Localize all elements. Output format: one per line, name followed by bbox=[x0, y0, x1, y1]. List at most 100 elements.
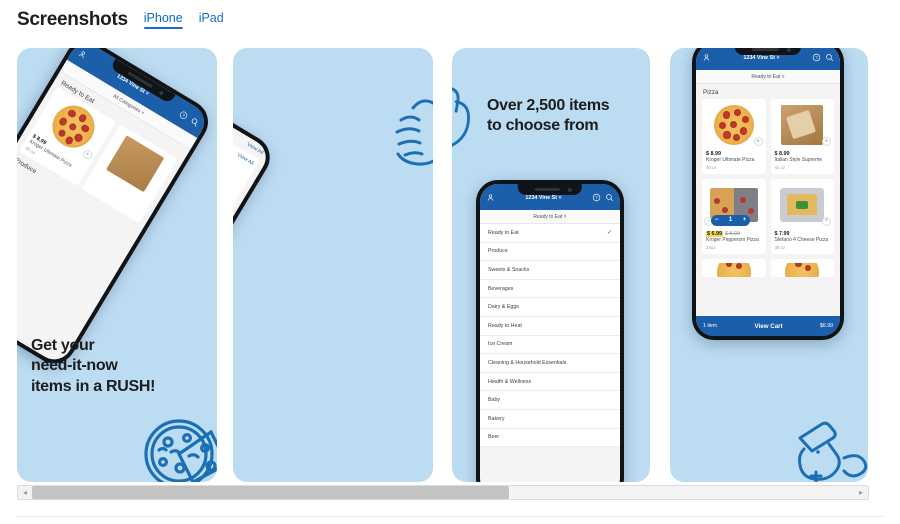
screenshot-item-2[interactable]: View All + $ 8.99 Italian Style Supreme … bbox=[233, 48, 433, 482]
content-divider bbox=[17, 516, 883, 517]
screenshot-item-4[interactable]: Delivering to 1234 Vine St ˅ ? bbox=[670, 48, 868, 482]
stepper-quantity-value: 1 bbox=[728, 217, 733, 224]
category-label: Produce bbox=[488, 248, 508, 255]
svg-text:?: ? bbox=[181, 112, 186, 118]
category-selector-label: Ready to Eat bbox=[533, 213, 563, 220]
cart-item-count: 1 item bbox=[703, 323, 718, 329]
help-icon[interactable]: ? bbox=[592, 193, 601, 202]
screenshot-item-1[interactable]: Delivering to 1234 Vine St ˅ ? bbox=[17, 48, 217, 482]
product-card[interactable]: + $ 8.99 Kroger Ultimate Pizza 40 oz bbox=[702, 99, 766, 174]
product-size: 24oz bbox=[706, 244, 716, 250]
account-icon[interactable] bbox=[76, 48, 88, 60]
phone-mockup-2: View All + $ 8.99 Italian Style Supreme … bbox=[233, 52, 278, 433]
product-card[interactable]: + $ 8.99 Italian Style Supreme 41 oz bbox=[770, 99, 834, 174]
add-to-cart-icon[interactable]: + bbox=[822, 137, 831, 146]
screenshots-header: Screenshots iPhone iPad bbox=[17, 10, 224, 29]
headline-line-3: items in a RUSH! bbox=[31, 377, 156, 395]
category-label: Ice Cream bbox=[488, 341, 513, 348]
horizontal-scrollbar[interactable]: ◂ ▸ bbox=[17, 485, 869, 500]
stepper-plus-button[interactable]: + bbox=[743, 217, 747, 223]
phone-mockup-3: Delivering to 1234 Vine St ˅ ? bbox=[476, 180, 624, 482]
svg-text:?: ? bbox=[815, 55, 818, 60]
category-list-item[interactable]: Cleaning & Household Essentials bbox=[480, 354, 620, 373]
category-list-item[interactable]: Health & Wellness bbox=[480, 372, 620, 392]
headline-line-2: to choose from bbox=[487, 117, 599, 134]
category-list-item[interactable]: Baby bbox=[480, 391, 620, 410]
phone-screen-1: Delivering to 1234 Vine St ˅ ? bbox=[17, 48, 211, 367]
headline-line-1: Over 2,500 items bbox=[487, 97, 610, 114]
quantity-stepper[interactable]: − 1 + bbox=[710, 214, 751, 226]
category-list-item[interactable]: Ready to Eat ✓ bbox=[480, 224, 620, 243]
detergent-bottle-icon bbox=[788, 418, 868, 482]
screenshot-headline-3: Over 2,500 items to choose from bbox=[487, 96, 610, 136]
product-card[interactable] bbox=[702, 258, 766, 277]
chevron-up-icon: ˄ bbox=[563, 213, 567, 220]
category-selector-3[interactable]: Ready to Eat ˄ bbox=[480, 210, 620, 224]
chevron-down-icon: ˅ bbox=[781, 73, 785, 80]
category-label: Ready to Heat bbox=[488, 322, 522, 329]
category-list-item[interactable]: Bakery bbox=[480, 409, 620, 429]
carousel-track: Delivering to 1234 Vine St ˅ ? bbox=[0, 48, 900, 482]
screenshots-gallery-page: Screenshots iPhone iPad 1234 Vine St ˅ ?… bbox=[0, 0, 900, 524]
product-grid-4: + $ 8.99 Kroger Ultimate Pizza 40 oz + $… bbox=[696, 99, 840, 277]
category-label: Beverages bbox=[488, 285, 514, 292]
category-label: Bakery bbox=[488, 415, 505, 422]
product-image-partial bbox=[775, 262, 831, 277]
phone-screen-2: View All + $ 8.99 Italian Style Supreme … bbox=[233, 57, 273, 428]
product-image-partial bbox=[706, 262, 762, 277]
hand-pointing-icon bbox=[383, 92, 433, 170]
product-size: 40 oz bbox=[706, 164, 717, 170]
help-icon[interactable]: ? bbox=[812, 53, 821, 62]
phone-mockup-4: Delivering to 1234 Vine St ˅ ? bbox=[692, 48, 844, 340]
category-label: Dairy & Eggs bbox=[488, 304, 519, 311]
product-name: Stefano 4 Cheese Pizza bbox=[774, 236, 829, 243]
product-card[interactable]: + $ 7.99 Stefano 4 Cheese Pizza 35 oz bbox=[770, 178, 834, 254]
account-icon[interactable] bbox=[486, 193, 495, 202]
screenshots-carousel[interactable]: Delivering to 1234 Vine St ˅ ? bbox=[0, 48, 900, 482]
product-grid-2: + $ 8.99 Italian Style Supreme 41 oz Vie… bbox=[233, 69, 265, 295]
product-size: 35 oz bbox=[774, 244, 786, 250]
category-list-item[interactable]: Produce bbox=[480, 242, 620, 262]
section-title-pizza: Pizza bbox=[703, 89, 719, 96]
scrollbar-thumb[interactable] bbox=[32, 486, 509, 499]
search-icon[interactable] bbox=[189, 115, 201, 127]
search-icon[interactable] bbox=[605, 193, 614, 202]
check-icon: ✓ bbox=[606, 230, 612, 237]
cart-total: $6.99 bbox=[820, 323, 833, 329]
tab-ipad[interactable]: iPad bbox=[199, 11, 224, 30]
category-list-item[interactable]: Dairy & Eggs bbox=[480, 298, 620, 317]
category-list-item[interactable]: Beverages bbox=[480, 279, 620, 299]
product-name: Italian Style Supreme bbox=[774, 157, 823, 163]
add-to-cart-icon[interactable]: + bbox=[753, 137, 763, 146]
category-list-item[interactable]: Beer bbox=[480, 428, 620, 448]
delivery-address-value: 1234 Vine St ˅ bbox=[525, 195, 562, 202]
screenshot-item-3[interactable]: Over 2,500 items to choose from 1234 Vin… bbox=[452, 48, 650, 482]
scroll-right-arrow-icon[interactable]: ▸ bbox=[854, 486, 868, 499]
category-label: Baby bbox=[488, 397, 501, 404]
account-icon[interactable] bbox=[702, 53, 711, 62]
search-icon[interactable] bbox=[825, 53, 834, 62]
product-card[interactable]: − − 1 + $ 6.99 $ 8.99 Kroger Pepperoni Pi… bbox=[702, 178, 766, 254]
pizza-outline-icon bbox=[135, 416, 217, 482]
phone-notch-icon bbox=[734, 48, 802, 55]
category-list-item[interactable]: Ice Cream bbox=[480, 335, 620, 355]
help-icon[interactable]: ? bbox=[178, 109, 190, 121]
svg-text:?: ? bbox=[595, 195, 598, 200]
product-card[interactable] bbox=[770, 258, 834, 277]
product-size: 41 oz bbox=[774, 164, 786, 170]
category-label: Sweets & Snacks bbox=[488, 266, 530, 273]
tab-iphone[interactable]: iPhone bbox=[143, 11, 183, 30]
view-cart-label: View Cart bbox=[754, 322, 783, 330]
category-list[interactable]: Ready to Eat ✓ Produce Sweets & Snacks B… bbox=[480, 224, 620, 448]
scroll-left-arrow-icon[interactable]: ◂ bbox=[18, 486, 32, 499]
headline-line-1: Get your bbox=[31, 336, 95, 354]
phone-mockup-1: Delivering to 1234 Vine St ˅ ? bbox=[17, 48, 217, 372]
category-list-item[interactable]: Sweets & Snacks bbox=[480, 261, 620, 280]
product-name: Kroger Ultimate Pizza bbox=[706, 157, 755, 163]
category-selector-4[interactable]: Ready to Eat ˅ bbox=[696, 70, 840, 84]
category-list-item[interactable]: Ready to Heat bbox=[480, 316, 620, 336]
add-to-cart-icon[interactable]: + bbox=[822, 216, 831, 226]
stepper-minus-button[interactable]: − bbox=[715, 217, 719, 223]
scrollbar-track[interactable] bbox=[32, 486, 854, 499]
view-cart-bar[interactable]: 1 item View Cart $6.99 bbox=[696, 316, 840, 336]
